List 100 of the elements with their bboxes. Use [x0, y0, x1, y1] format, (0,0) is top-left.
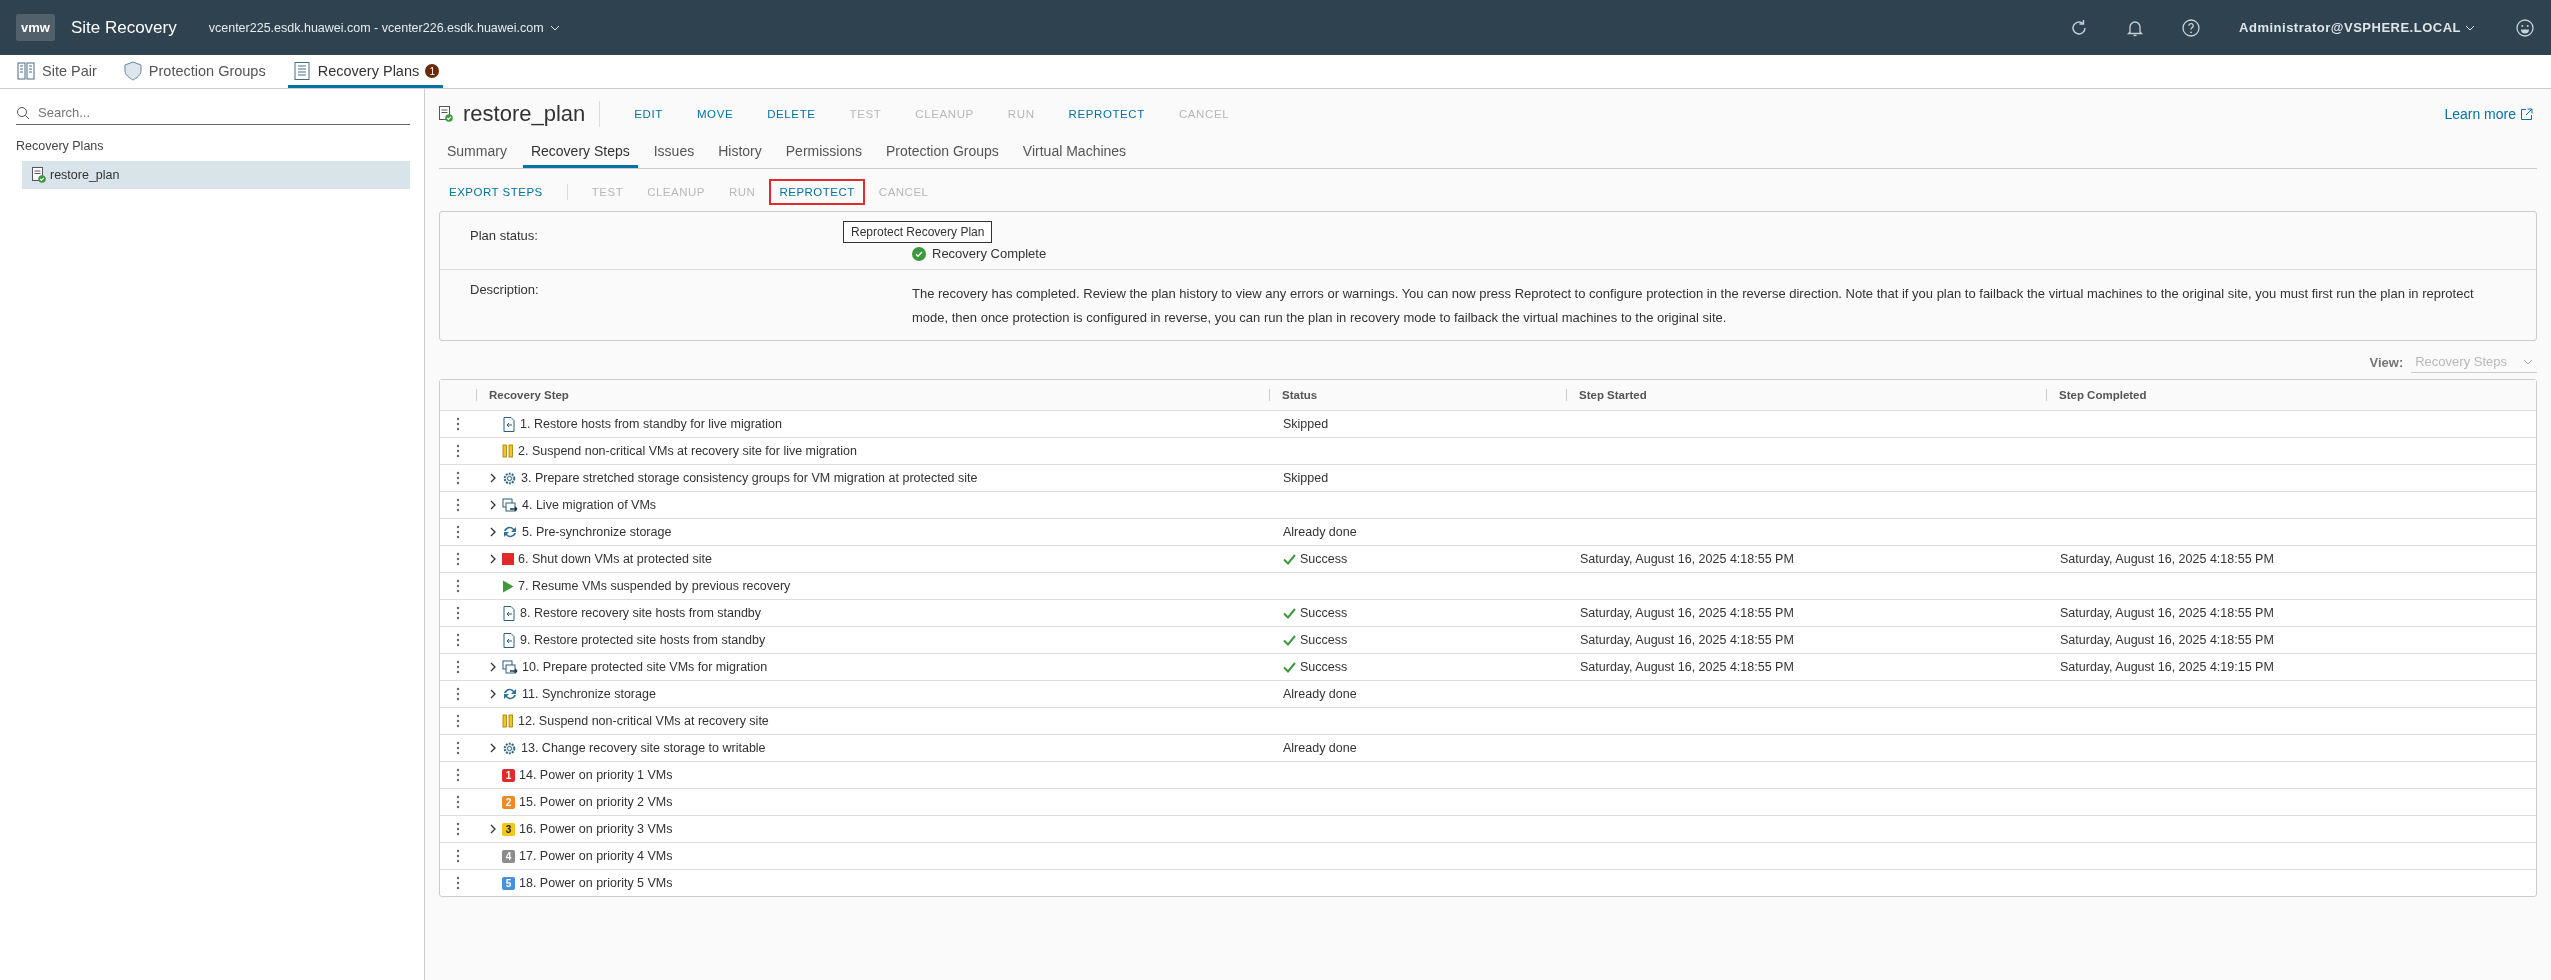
plan-icon [439, 106, 453, 122]
status-text: Already done [1283, 741, 1357, 755]
kebab-menu-icon[interactable] [456, 795, 460, 809]
kebab-menu-icon[interactable] [456, 714, 460, 728]
sub-tab[interactable]: Summary [439, 141, 515, 168]
checkmark-icon [1283, 553, 1296, 565]
checkmark-icon [1283, 607, 1296, 619]
status-text: Skipped [1283, 417, 1329, 431]
count-badge: 1 [425, 64, 440, 78]
status-text: Success [1300, 552, 1348, 566]
nav-tab[interactable]: Protection Groups [118, 61, 270, 88]
kebab-menu-icon[interactable] [456, 876, 460, 890]
search-icon [16, 106, 30, 120]
sync-icon [502, 687, 518, 701]
sub-tab[interactable]: Permissions [777, 141, 870, 168]
building-icon [16, 61, 36, 81]
step-name: 18. Power on priority 5 VMs [519, 876, 673, 890]
kebab-menu-icon[interactable] [456, 498, 460, 512]
stop-icon [502, 553, 514, 565]
pause-icon [502, 714, 514, 728]
chevron-right-icon[interactable] [488, 743, 498, 753]
site-pair-dropdown[interactable]: vcenter225.esdk.huawei.com - vcenter226.esdk.huawei.com [202, 19, 566, 36]
table-cell: Saturday, August 16, 2025 4:19:15 PM [2060, 660, 2274, 674]
chevron-right-icon[interactable] [488, 527, 498, 537]
action-button[interactable]: DELETE [755, 104, 828, 124]
kebab-menu-icon[interactable] [456, 849, 460, 863]
checkmark-icon [1283, 661, 1296, 673]
tooltip: Reprotect Recovery Plan [843, 221, 993, 243]
step-name: 10. Prepare protected site VMs for migration [522, 660, 768, 674]
step-name: 3. Prepare stretched storage consistency groups for VM migration at protected site [521, 471, 978, 485]
chevron-right-icon[interactable] [488, 662, 498, 672]
kebab-menu-icon[interactable] [456, 417, 460, 431]
app-title: Site Recovery [70, 17, 177, 38]
kebab-menu-icon[interactable] [456, 606, 460, 620]
chevron-right-icon[interactable] [488, 824, 498, 834]
toolbar-button[interactable]: EXPORT STEPS [439, 179, 553, 205]
kebab-menu-icon[interactable] [456, 687, 460, 701]
external-link-icon [2520, 107, 2533, 121]
help-icon[interactable] [2181, 17, 2202, 38]
kebab-menu-icon[interactable] [456, 633, 460, 647]
smiley-icon[interactable] [2515, 17, 2535, 38]
kebab-menu-icon[interactable] [456, 741, 460, 755]
action-button[interactable]: MOVE [684, 104, 746, 124]
chevron-down-icon [2465, 24, 2475, 31]
chevron-right-icon[interactable] [488, 554, 498, 564]
check-circle-icon [912, 246, 926, 261]
status-text: Already done [1283, 687, 1357, 701]
toolbar-button[interactable]: REPROTECT [769, 179, 865, 205]
description-text: The recovery has completed. Review the plan history to view any errors or warnings. You can now press Reprotect to configure protection in the reverse direction. Note that if you plan to failback the virtual machines to the original site, you must first run the plan in reprotect mode, then once protection is configured in reverse, you can run the plan in recovery mode to failback the virtual machines to the original site. [912, 285, 2475, 327]
kebab-menu-icon[interactable] [456, 525, 460, 539]
shield-icon [122, 61, 143, 81]
action-button[interactable]: REPROTECT [1056, 104, 1157, 124]
nav-tab[interactable]: Site Pair [12, 61, 101, 88]
kebab-menu-icon[interactable] [456, 822, 460, 836]
kebab-menu-icon[interactable] [456, 660, 460, 674]
view-label: View: [2369, 354, 2404, 370]
chevron-down-icon [549, 24, 560, 31]
tree-item[interactable]: restore_plan [22, 161, 410, 189]
learn-more-link[interactable]: Learn more [2444, 106, 2533, 122]
gear-icon [502, 740, 517, 756]
step-name: 9. Restore protected site hosts from standby [520, 633, 766, 647]
kebab-menu-icon[interactable] [456, 768, 460, 782]
status-text: Success [1300, 633, 1348, 647]
status-text: Already done [1283, 525, 1357, 539]
sub-tab[interactable]: Protection Groups [878, 141, 1007, 168]
sub-tab[interactable]: Virtual Machines [1014, 141, 1135, 168]
sub-tab[interactable]: Recovery Steps [522, 141, 638, 168]
kebab-menu-icon[interactable] [456, 552, 460, 566]
sync-icon [502, 525, 518, 539]
step-name: 8. Restore recovery site hosts from standby [520, 606, 762, 620]
search-field[interactable]: Search... [16, 101, 410, 125]
priority-badge: 1 [502, 768, 515, 782]
sub-tab[interactable]: Issues [645, 141, 703, 168]
column-header: Recovery Step [476, 389, 1269, 401]
chevron-right-icon[interactable] [488, 689, 498, 699]
step-name: 12. Suspend non-critical VMs at recovery site [518, 714, 769, 728]
action-button[interactable]: EDIT [622, 104, 675, 124]
table-cell: Saturday, August 16, 2025 4:18:55 PM [1580, 606, 1794, 620]
table-cell: Saturday, August 16, 2025 4:18:55 PM [2060, 552, 2274, 566]
section-heading: Recovery Plans [16, 139, 105, 153]
logo: vmw [16, 14, 55, 41]
chevron-right-icon[interactable] [488, 473, 498, 483]
step-name: 6. Shut down VMs at protected site [518, 552, 712, 566]
user-menu[interactable]: Administrator@VSPHERE.LOCAL [2233, 19, 2481, 36]
column-header: Step Completed [2046, 389, 2536, 401]
status-text: Success [1300, 606, 1348, 620]
kebab-menu-icon[interactable] [456, 471, 460, 485]
column-header: Status [1269, 389, 1566, 401]
pause-icon [502, 444, 514, 458]
kebab-menu-icon[interactable] [456, 579, 460, 593]
status-text: Skipped [1283, 471, 1329, 485]
document-icon [291, 61, 312, 81]
chevron-right-icon[interactable] [488, 500, 498, 510]
sub-tab[interactable]: History [710, 141, 770, 168]
status-text: Success [1300, 660, 1348, 674]
gear-icon [502, 470, 517, 486]
kebab-menu-icon[interactable] [456, 444, 460, 458]
plan-title: restore_plan [463, 101, 601, 127]
step-name: 16. Power on priority 3 VMs [519, 822, 673, 836]
migrate-icon [502, 497, 518, 513]
